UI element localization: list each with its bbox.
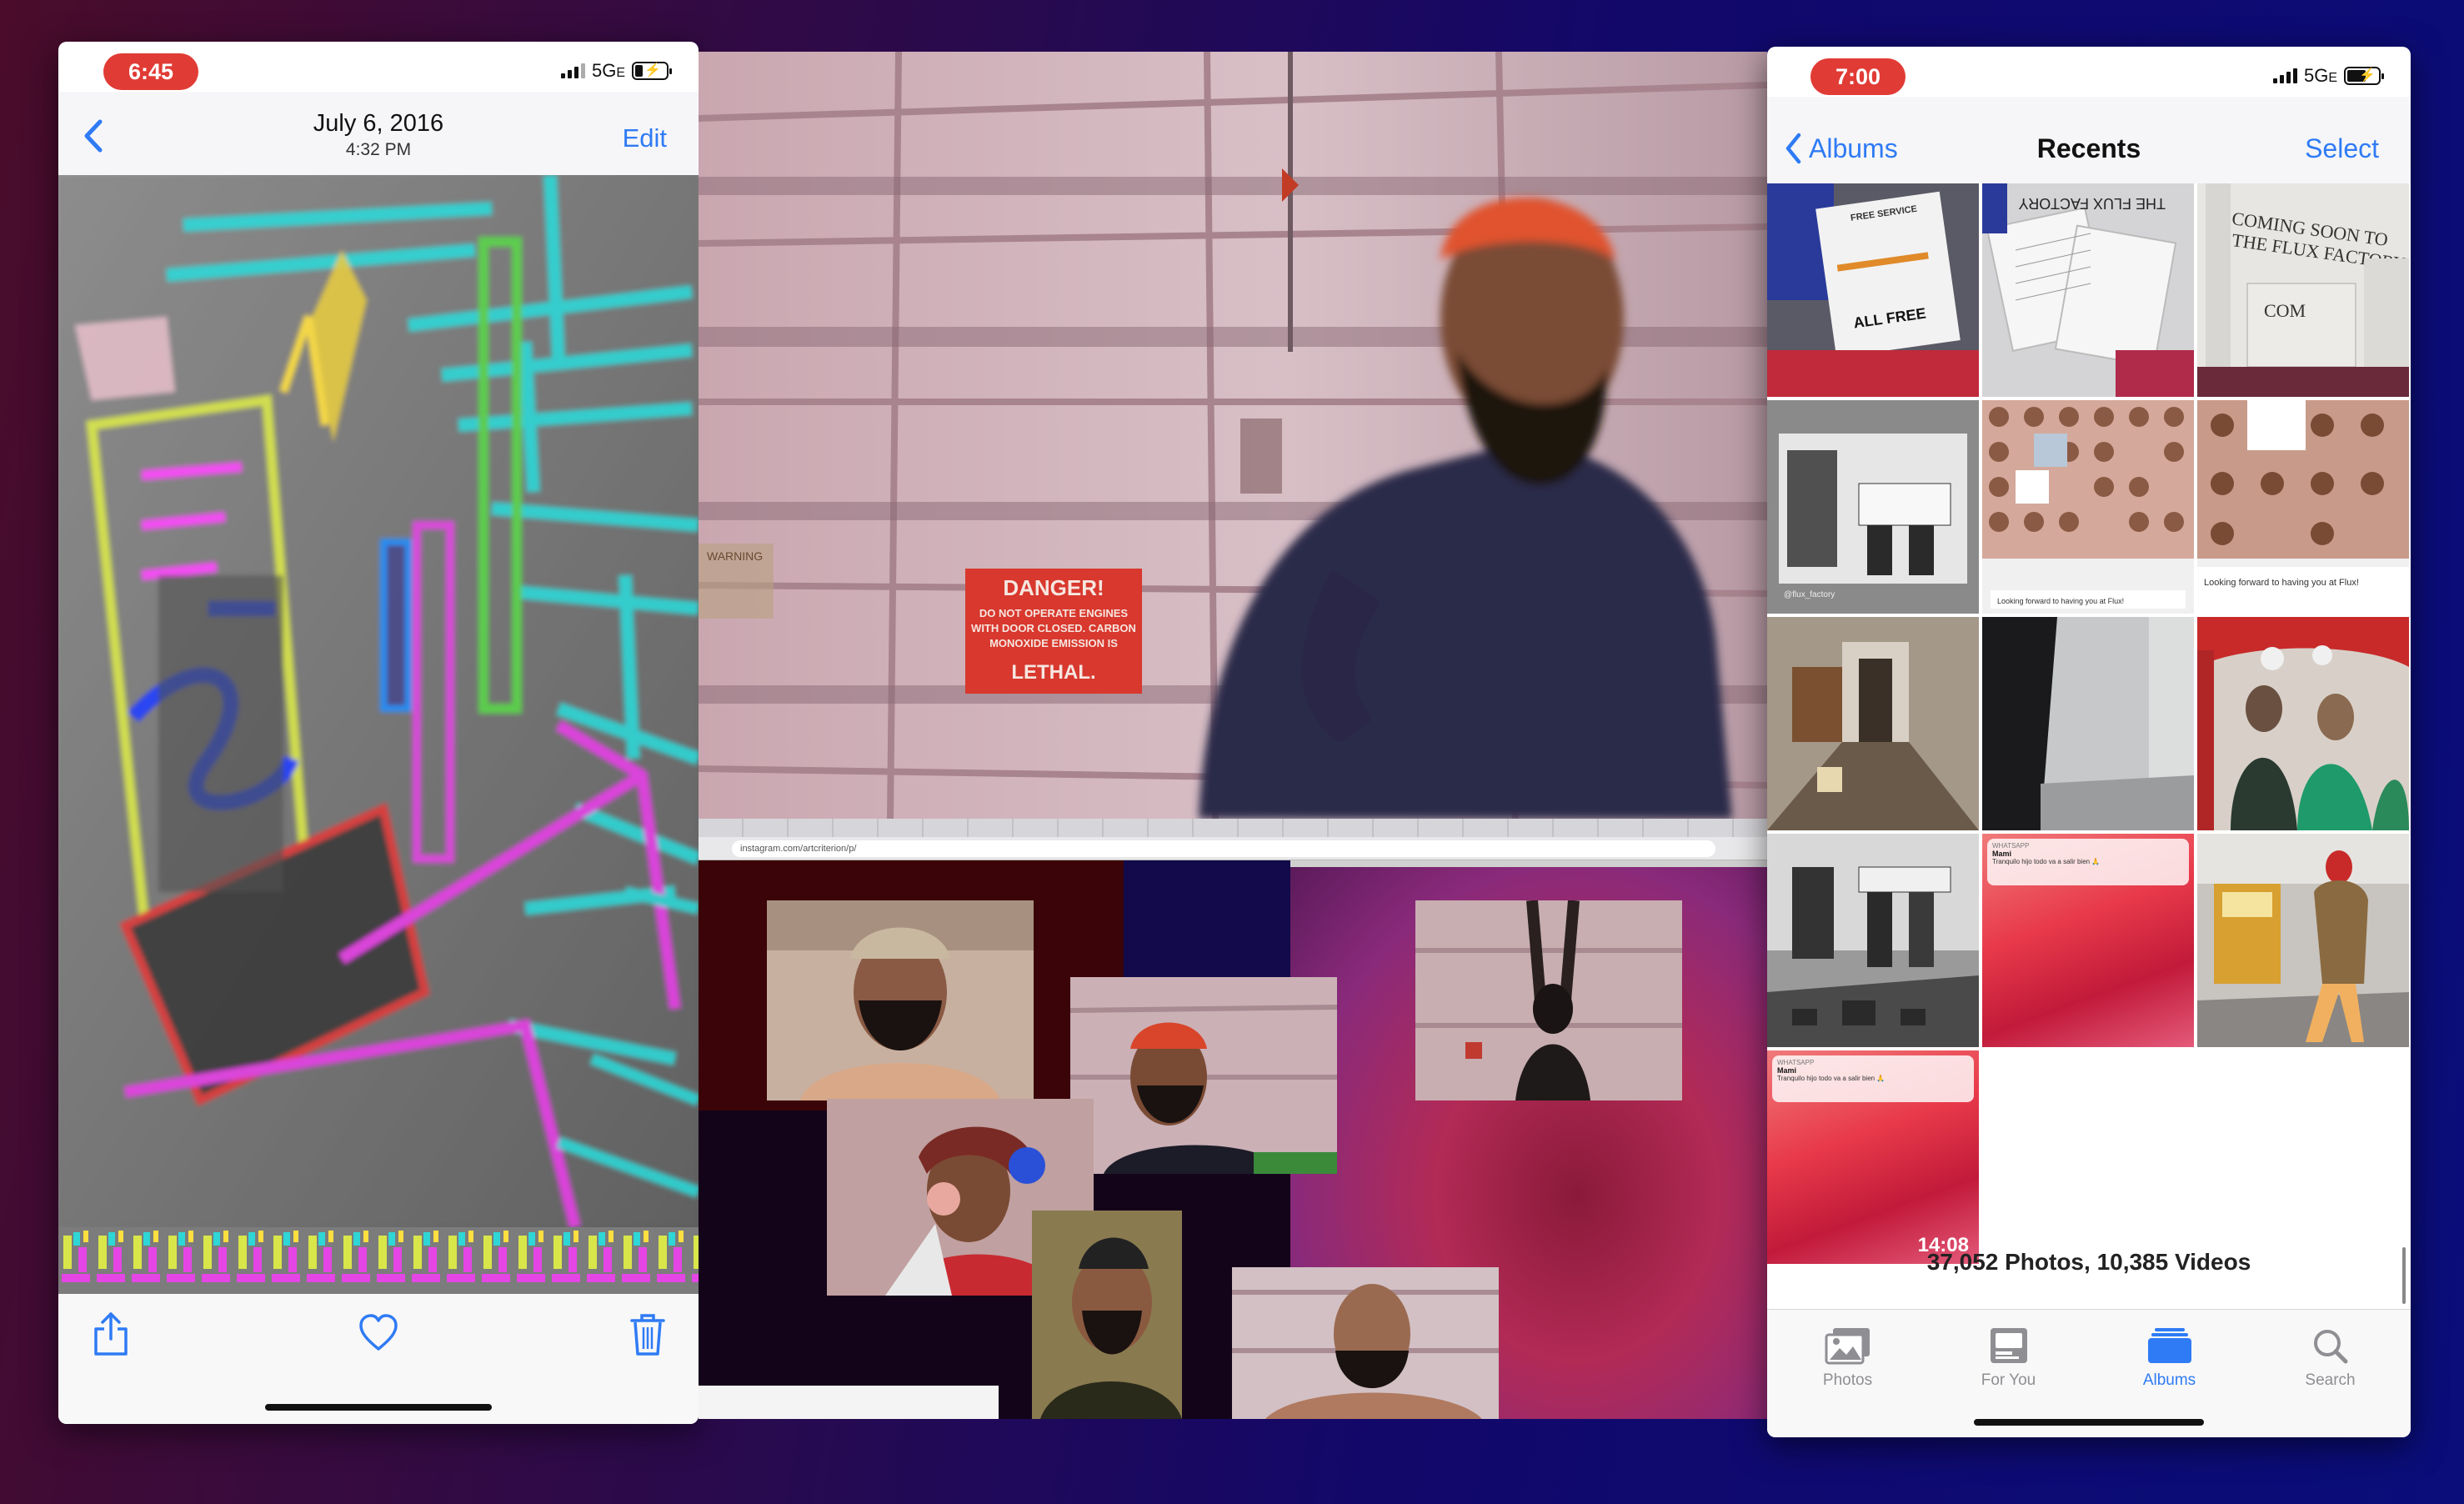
photo-tile[interactable] (1767, 617, 1979, 830)
photo-tile[interactable]: Looking forward to having you at Flux! (2197, 400, 2409, 614)
video-tile[interactable]: WHATSAPP Mami Tranquilo hijo todo va a s… (1767, 1050, 1979, 1264)
video-thumb-2[interactable] (1070, 977, 1337, 1174)
svg-text:WITH DOOR CLOSED. CARBON: WITH DOOR CLOSED. CARBON (971, 622, 1136, 634)
photo-tile[interactable] (2197, 617, 2409, 830)
warning-label: WARNING (707, 549, 763, 563)
status-indicators: 5GE ⚡ (2272, 65, 2384, 87)
photo-tile[interactable]: COMING SOON TO THE FLUX FACTORY COM (2197, 183, 2409, 397)
signal-icon (2272, 68, 2297, 83)
status-indicators: 5GE ⚡ (560, 60, 672, 82)
status-bar: 7:00 5GE ⚡ (1767, 47, 2411, 97)
svg-text:Looking forward to having you: Looking forward to having you at Flux! (2204, 578, 2359, 588)
status-bar: 6:45 5GE ⚡ (58, 42, 699, 92)
filmstrip[interactable] (58, 1227, 699, 1294)
photo-tile[interactable] (1767, 834, 1979, 1047)
filmstrip-thumbnails (58, 1227, 699, 1294)
tab-photos[interactable]: Photos (1767, 1326, 1928, 1390)
video-thumb-1[interactable] (767, 900, 1034, 1100)
share-icon[interactable] (90, 1311, 132, 1357)
for-you-icon (1990, 1328, 2027, 1363)
trash-icon[interactable] (627, 1311, 669, 1357)
albums-icon (2147, 1328, 2191, 1363)
photos-icon (1825, 1328, 1870, 1365)
svg-text:@flux_factory: @flux_factory (1784, 590, 1835, 599)
battery-icon: ⚡ (632, 62, 672, 80)
network-label: 5GE (2303, 65, 2337, 86)
photo-tile[interactable] (1982, 617, 2194, 830)
svg-text:THE FLUX FACTORY: THE FLUX FACTORY (2019, 195, 2166, 212)
video-collage: WARNING DANGER! DO NOT OPERATE ENGINES W… (699, 52, 1767, 1419)
photo-tile[interactable]: Looking forward to having you at Flux! (1982, 400, 2194, 614)
notification-banner: WHATSAPP Mami Tranquilo hijo todo va a s… (1772, 1055, 1974, 1102)
svg-text:DO NOT OPERATE ENGINES: DO NOT OPERATE ENGINES (979, 607, 1128, 619)
svg-text:MONOXIDE EMISSION IS: MONOXIDE EMISSION IS (989, 637, 1118, 649)
photo-tile[interactable] (2197, 834, 2409, 1047)
tab-search[interactable]: Search (2250, 1326, 2411, 1390)
photo-tile[interactable]: WHATSAPP Mami Tranquilo hijo todo va a s… (1982, 834, 2194, 1047)
photo-date: July 6, 2016 (313, 110, 444, 137)
browser-address-bar[interactable]: instagram.com/artcriterion/p/ (732, 840, 1715, 857)
status-time: 6:45 (103, 53, 198, 90)
scrollbar[interactable] (2402, 1247, 2406, 1304)
photo-tile[interactable]: @flux_factory (1767, 400, 1979, 614)
notification-banner: WHATSAPP Mami Tranquilo hijo todo va a s… (1987, 839, 2189, 885)
glitch-photo (58, 175, 699, 1227)
status-time: 7:00 (1810, 58, 1906, 95)
video-thumb-6[interactable] (1415, 900, 1682, 1100)
white-strip (699, 1386, 999, 1419)
select-button[interactable]: Select (2305, 133, 2379, 164)
battery-icon: ⚡ (2344, 67, 2384, 85)
right-phone-screenshot: 7:00 5GE ⚡ Albums Recents Select FREE SE… (1767, 47, 2411, 1437)
edit-button[interactable]: Edit (623, 123, 667, 153)
network-label: 5GE (591, 60, 625, 81)
signal-icon (560, 63, 585, 78)
danger-sign: DANGER! DO NOT OPERATE ENGINES WITH DOOR… (965, 569, 1142, 694)
heart-icon[interactable] (358, 1311, 399, 1357)
garage-video-frame[interactable]: WARNING DANGER! DO NOT OPERATE ENGINES W… (699, 52, 1767, 819)
search-icon (2313, 1330, 2347, 1364)
photo-tile[interactable]: FREE SERVICE ALL FREE (1767, 183, 1979, 397)
video-thumb-4[interactable] (1032, 1211, 1182, 1419)
garage-scene: WARNING DANGER! DO NOT OPERATE ENGINES W… (699, 52, 1767, 819)
left-phone-screenshot: 6:45 5GE ⚡ July 6, 2016 4:32 PM Edit (58, 42, 699, 1424)
svg-text:COM: COM (2264, 300, 2306, 321)
library-count: 37,052 Photos, 10,385 Videos (1926, 1249, 2251, 1275)
video-thumb-5[interactable] (1232, 1267, 1499, 1419)
photo-time: 4:32 PM (345, 140, 412, 159)
photo-tile[interactable]: THE FLUX FACTORY (1982, 183, 2194, 397)
browser-tabs[interactable] (699, 819, 1767, 837)
browser-tab-strip[interactable]: instagram.com/artcriterion/p/ (699, 819, 1767, 860)
svg-text:LETHAL.: LETHAL. (1011, 661, 1095, 684)
home-indicator (1974, 1419, 2204, 1426)
photo-viewer[interactable] (58, 175, 699, 1227)
svg-text:DANGER!: DANGER! (1003, 575, 1104, 600)
tab-for-you[interactable]: For You (1928, 1326, 2089, 1390)
svg-text:Looking forward to having you: Looking forward to having you at Flux! (1997, 597, 2124, 605)
lower-collage (699, 860, 1767, 1419)
home-indicator (265, 1404, 492, 1411)
tab-bar: Photos For You Albums Search (1767, 1309, 2411, 1437)
tab-albums[interactable]: Albums (2089, 1326, 2250, 1390)
